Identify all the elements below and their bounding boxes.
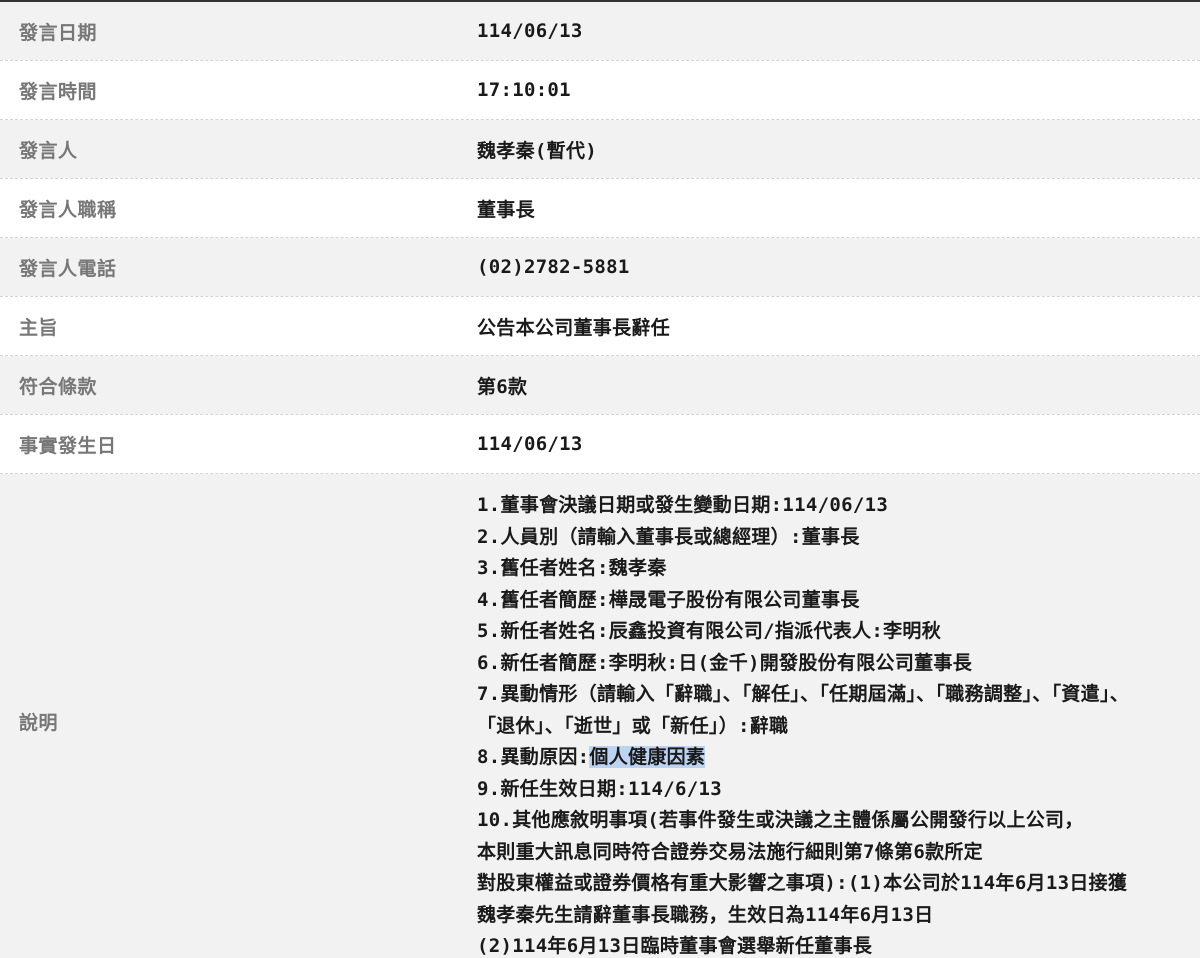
description-line: 「退休」、「逝世」或「新任」）:辭職 bbox=[477, 714, 789, 737]
description-line: 9.新任生效日期:114/6/13 bbox=[477, 777, 722, 800]
row-subject: 主旨 公告本公司董事長辭任 bbox=[0, 297, 1200, 356]
description-line: 1.董事會決議日期或發生變動日期:114/06/13 bbox=[477, 494, 889, 516]
row-speaker: 發言人 魏孝秦(暫代) bbox=[0, 120, 1200, 179]
value-description: 1.董事會決議日期或發生變動日期:114/06/13 2.人員別（請輸入董事長或… bbox=[458, 474, 1200, 958]
description-line: 本則重大訊息同時符合證券交易法施行細則第7條第6款所定 bbox=[477, 840, 983, 863]
value-date: 114/06/13 bbox=[458, 2, 1200, 60]
description-line: 6.新任者簡歷:李明秋:日(金千)開發股份有限公司董事長 bbox=[477, 651, 973, 674]
label-speaker-phone: 發言人電話 bbox=[0, 238, 458, 296]
description-line: (2)114年6月13日臨時董事會選舉新任董事長 bbox=[477, 935, 873, 957]
row-time: 發言時間 17:10:01 bbox=[0, 61, 1200, 120]
label-date: 發言日期 bbox=[0, 2, 458, 60]
description-line: 對股東權益或證券價格有重大影響之事項):(1)本公司於114年6月13日接獲 bbox=[477, 872, 1128, 894]
description-line: 3.舊任者姓名:魏孝秦 bbox=[477, 557, 667, 579]
description-line: 魏孝秦先生請辭董事長職務，生效日為114年6月13日 bbox=[477, 903, 934, 926]
row-speaker-phone: 發言人電話 (02)2782-5881 bbox=[0, 238, 1200, 297]
label-subject: 主旨 bbox=[19, 316, 59, 339]
row-fact-date: 事實發生日 114/06/13 bbox=[0, 415, 1200, 474]
row-description: 說明 1.董事會決議日期或發生變動日期:114/06/13 2.人員別（請輸入董… bbox=[0, 474, 1200, 958]
label-clause: 符合條款 bbox=[0, 356, 458, 414]
description-line: 7.異動情形（請輸入「辭職」、「解任」、「任期屆滿」、「職務調整」、「資遣」、 bbox=[477, 683, 1130, 705]
label-speaker-title: 發言人職稱 bbox=[19, 198, 117, 221]
value-speaker-phone: (02)2782-5881 bbox=[458, 238, 1200, 296]
announcement-table: 發言日期 114/06/13 發言時間 17:10:01 發言人 魏孝秦(暫代)… bbox=[0, 0, 1200, 958]
row-date: 發言日期 114/06/13 bbox=[0, 2, 1200, 61]
reason-prefix: 8.異動原因: bbox=[477, 746, 590, 768]
value-clause: 第6款 bbox=[458, 356, 1200, 414]
description-line: 10.其他應敘明事項(若事件發生或決議之主體係屬公開發行以上公司， bbox=[477, 809, 1084, 831]
row-clause: 符合條款 第6款 bbox=[0, 356, 1200, 415]
label-fact-date: 事實發生日 bbox=[19, 434, 117, 457]
description-line: 2.人員別（請輸入董事長或總經理）:董事長 bbox=[477, 525, 860, 548]
label-description: 說明 bbox=[0, 474, 458, 958]
label-speaker: 發言人 bbox=[0, 120, 458, 178]
selected-text-highlight: 個人健康因素 bbox=[589, 746, 706, 768]
label-time: 發言時間 bbox=[19, 80, 98, 103]
value-speaker-title: 董事長 bbox=[477, 198, 535, 221]
value-subject: 公告本公司董事長辭任 bbox=[477, 316, 671, 339]
row-speaker-title: 發言人職稱 董事長 bbox=[0, 179, 1200, 238]
value-time: 17:10:01 bbox=[477, 79, 571, 101]
description-line-reason: 8.異動原因:個人健康因素 bbox=[477, 742, 1200, 774]
value-speaker: 魏孝秦(暫代) bbox=[458, 120, 1200, 178]
value-fact-date: 114/06/13 bbox=[477, 433, 583, 455]
description-line: 4.舊任者簡歷:樺晟電子股份有限公司董事長 bbox=[477, 588, 860, 611]
description-line: 5.新任者姓名:辰鑫投資有限公司/指派代表人:李明秋 bbox=[477, 620, 941, 642]
